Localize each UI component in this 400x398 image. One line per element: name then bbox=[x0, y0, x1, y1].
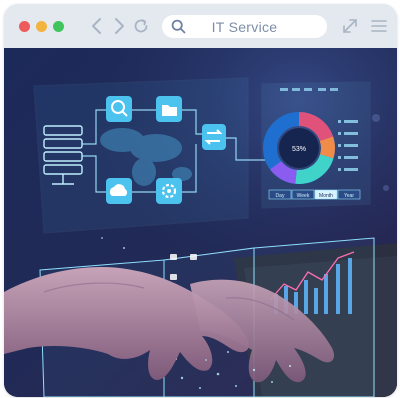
reload-icon[interactable] bbox=[132, 17, 150, 35]
maximize-window-button[interactable] bbox=[53, 21, 64, 32]
address-search-bar[interactable]: IT Service bbox=[162, 15, 327, 38]
close-window-button[interactable] bbox=[19, 21, 30, 32]
tab-year: Year bbox=[344, 193, 354, 199]
tab-day: Day bbox=[276, 193, 285, 199]
it-service-illustration: 53% Day Week Month Year bbox=[4, 48, 397, 397]
dashboard-panel: 53% Day Week Month Year bbox=[261, 81, 371, 209]
minimize-window-button[interactable] bbox=[36, 21, 47, 32]
transfer-tile-icon bbox=[202, 124, 226, 150]
network-diagram-panel bbox=[33, 77, 274, 234]
browser-toolbar: IT Service bbox=[4, 4, 397, 48]
expand-icon[interactable] bbox=[341, 17, 359, 35]
search-text: IT Service bbox=[211, 19, 278, 35]
donut-center-label: 53% bbox=[292, 146, 306, 153]
settings-tile-icon bbox=[156, 178, 182, 204]
search-tile-icon bbox=[106, 96, 132, 122]
chevron-right-icon[interactable] bbox=[110, 16, 128, 36]
tab-month: Month bbox=[319, 193, 333, 199]
hero-image: 53% Day Week Month Year bbox=[4, 48, 397, 397]
chevron-left-icon[interactable] bbox=[88, 16, 106, 36]
folder-tile-icon bbox=[156, 96, 182, 122]
browser-window: IT Service 53% Day Week Month Year bbox=[4, 4, 397, 397]
tab-week: Week bbox=[297, 193, 310, 199]
hamburger-menu-icon[interactable] bbox=[370, 17, 388, 35]
cloud-tile-icon bbox=[106, 178, 132, 204]
